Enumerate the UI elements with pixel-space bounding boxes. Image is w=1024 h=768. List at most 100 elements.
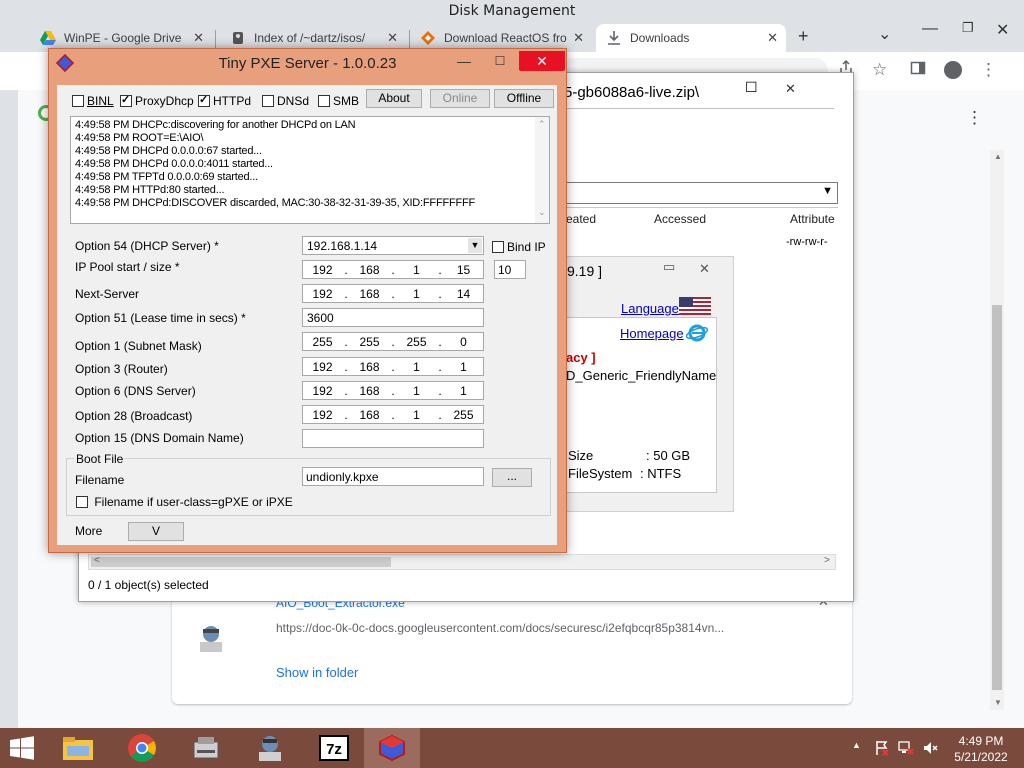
pxe-close-button[interactable]: ✕	[519, 51, 565, 71]
log-scrollbar[interactable]: ⌃ ⌄	[535, 117, 549, 223]
archive-path: 5-gb6088a6-live.zip\	[564, 84, 700, 101]
pxe-minimize-button[interactable]: —	[449, 51, 479, 71]
tab-close-icon[interactable]: ✕	[193, 30, 204, 46]
show-in-folder-link[interactable]: Show in folder	[276, 665, 358, 680]
pxe-maximize-button[interactable]: ☐	[485, 51, 515, 71]
dialog-close-icon[interactable]: ✕	[699, 261, 710, 277]
scroll-up-icon[interactable]: ▲	[994, 152, 1002, 161]
network-icon[interactable]	[898, 740, 914, 759]
tray-overflow-icon[interactable]: ▲	[852, 740, 861, 750]
disk-tool-icon	[193, 737, 219, 759]
taskbar-clock[interactable]: 4:49 PM 5/21/2022	[946, 733, 1016, 765]
option54-label: Option 54 (DHCP Server) *	[75, 239, 219, 253]
checkbox-box	[72, 95, 84, 107]
dhcp-server-select[interactable]: 192.168.1.14 ▼	[302, 236, 484, 255]
filesystem-value: : NTFS	[640, 466, 682, 481]
broadcast-input[interactable]: 192. 168. 1. 255	[302, 405, 484, 424]
offline-button[interactable]: Offline	[494, 89, 554, 108]
browse-button[interactable]: ...	[492, 468, 532, 487]
httpd-checkbox[interactable]: HTTPd	[198, 93, 251, 108]
windows-start-icon[interactable]	[8, 736, 36, 763]
new-tab-button[interactable]: +	[798, 26, 809, 47]
ip-octet: 1	[413, 359, 420, 374]
ip-octet: 15	[456, 262, 471, 277]
archive-close-icon[interactable]: ✕	[785, 81, 796, 97]
ip-pool-start-input[interactable]: 192. 168. 1. 15	[302, 260, 484, 279]
boot-filename-input[interactable]: undionly.kpxe	[302, 467, 484, 486]
tab-downloads[interactable]: Downloads ✕	[596, 24, 786, 52]
next-server-input[interactable]: 192. 168. 1. 14	[302, 284, 484, 303]
google-drive-icon	[40, 30, 56, 46]
maximize-button[interactable]: ❐	[962, 20, 974, 36]
minimize-button[interactable]: —	[922, 20, 938, 38]
online-button[interactable]: Online	[430, 89, 490, 108]
about-button[interactable]: About	[366, 89, 422, 108]
chrome-taskbar-button[interactable]	[114, 728, 170, 768]
tab-close-icon[interactable]: ✕	[573, 30, 584, 46]
checkbox-label: SMB	[333, 94, 360, 108]
ip-pool-size-input[interactable]: 10	[494, 260, 526, 279]
us-flag-icon[interactable]	[679, 297, 711, 315]
tab-strip: WinPE - Google Drive ✕ Index of /~dartz/…	[0, 18, 1024, 52]
ip-octet: 168	[359, 286, 380, 301]
dialog-minimize-icon[interactable]: ▭	[663, 259, 675, 275]
log-line: 4:49:58 PM TFPTd 0.0.0.0:69 started...	[75, 171, 258, 183]
ipxe-filename-checkbox[interactable]: Filename if user-class=gPXE or iPXE	[76, 495, 293, 509]
language-link[interactable]: Language	[621, 301, 679, 316]
column-accessed[interactable]: Accessed	[654, 212, 706, 226]
archive-path-combo[interactable]: ▼	[566, 182, 838, 204]
column-attribute[interactable]: Attribute	[790, 212, 835, 226]
dns-server-input[interactable]: 192. 168. 1. 1	[302, 381, 484, 400]
dns-domain-input[interactable]	[302, 429, 484, 448]
size-label: Size	[568, 448, 594, 463]
tiny-pxe-taskbar-button[interactable]	[364, 728, 420, 768]
checkbox-box	[262, 95, 274, 107]
scroll-down-icon[interactable]: ▼	[994, 698, 1002, 707]
side-panel-icon[interactable]	[910, 60, 926, 81]
more-expand-button[interactable]: V	[128, 522, 184, 541]
tab-close-icon[interactable]: ✕	[387, 30, 398, 46]
log-box[interactable]: 4:49:58 PM DHCPc:discovering for another…	[70, 116, 550, 224]
browser-menu-icon[interactable]: ⋮	[980, 60, 997, 80]
lease-time-input[interactable]: 3600	[302, 308, 484, 327]
archive-hscroll[interactable]	[88, 554, 836, 570]
log-line: 4:49:58 PM DHCPd:DISCOVER discarded, MAC…	[75, 197, 476, 209]
proxydhcp-checkbox[interactable]: ProxyDhcp	[120, 93, 194, 108]
dnsd-checkbox[interactable]: DNSd	[262, 94, 309, 108]
scroll-left-icon[interactable]: <	[94, 555, 100, 566]
router-input[interactable]: 192. 168. 1. 1	[302, 357, 484, 376]
tab-label: WinPE - Google Drive	[64, 31, 182, 45]
file-explorer-taskbar-button[interactable]	[50, 728, 106, 768]
column-created[interactable]: eated	[566, 212, 596, 226]
internet-explorer-icon[interactable]	[685, 324, 709, 345]
checkbox-label: DNSd	[277, 94, 310, 108]
binl-checkbox[interactable]: BINL	[72, 94, 114, 108]
ip-octet: 192	[312, 359, 333, 374]
homepage-link[interactable]: Homepage	[620, 326, 684, 341]
scroll-right-icon[interactable]: >	[824, 555, 830, 566]
reactos-icon	[420, 30, 436, 46]
disk-tool-taskbar-button[interactable]	[178, 728, 234, 768]
profile-avatar[interactable]	[944, 61, 962, 79]
user-tool-taskbar-button[interactable]	[242, 728, 298, 768]
bind-ip-checkbox[interactable]: Bind IP	[492, 240, 546, 254]
close-button[interactable]: ✕	[996, 20, 1009, 40]
7zip-taskbar-button[interactable]: 7z	[306, 728, 362, 768]
ip-octet: 1	[413, 286, 420, 301]
subnet-mask-input[interactable]: 255. 255. 255. 0	[302, 332, 484, 351]
page-scrollbar[interactable]	[990, 150, 1004, 710]
bookmark-star-icon[interactable]: ☆	[872, 60, 887, 80]
tab-search-icon[interactable]: ⌄	[878, 24, 891, 44]
chevron-up-icon[interactable]: ⌃	[538, 119, 546, 130]
chevron-down-icon[interactable]: ⌄	[538, 207, 546, 218]
clock-time: 4:49 PM	[958, 734, 1004, 748]
volume-muted-icon[interactable]	[922, 740, 938, 759]
downloads-menu-icon[interactable]: ⋮	[966, 108, 983, 128]
archive-minimize-icon[interactable]: ☐	[745, 79, 758, 96]
tab-close-icon[interactable]: ✕	[767, 30, 778, 46]
ip-octet: 192	[312, 383, 333, 398]
option15-label: Option 15 (DNS Domain Name)	[75, 431, 244, 445]
option28-label: Option 28 (Broadcast)	[75, 409, 193, 423]
smb-checkbox[interactable]: SMB	[318, 94, 359, 108]
flag-icon[interactable]	[874, 740, 890, 759]
